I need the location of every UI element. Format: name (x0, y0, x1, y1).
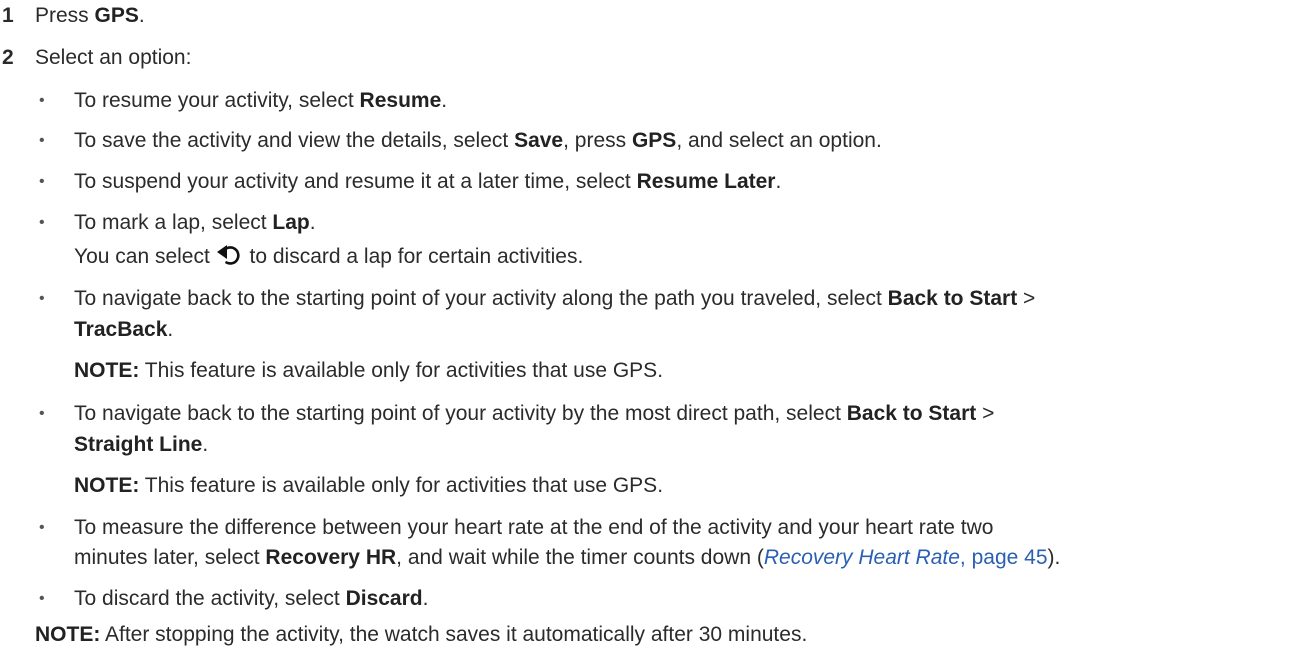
note-label: NOTE: (35, 623, 101, 646)
bullet-dot: • (39, 92, 45, 109)
tracback-continuation: TracBack. (74, 318, 174, 341)
bullet-dot: • (39, 590, 45, 607)
list-item-text: To resume your activity, select Resume. (74, 89, 448, 112)
bullet-dot: • (39, 519, 45, 536)
step-number: 2 (2, 46, 14, 69)
list-item-text: To suspend your activity and resume it a… (74, 170, 782, 193)
note-label: NOTE: (74, 474, 140, 497)
undo-icon (216, 245, 240, 265)
recovery-heart-rate-link[interactable]: Recovery Heart Rate, page 45 (764, 546, 1048, 569)
tracback-note: NOTE: This feature is available only for… (74, 359, 664, 382)
straight-line-continuation: Straight Line. (74, 433, 209, 456)
bullet-dot: • (39, 290, 45, 307)
list-item-text: To mark a lap, select Lap. (74, 211, 316, 234)
step-number: 1 (2, 4, 14, 27)
list-item-text: To discard the activity, select Discard. (74, 587, 429, 610)
bullet-dot: • (39, 132, 45, 149)
lap-continuation: You can select to discard a lap for cert… (74, 245, 584, 268)
bullet-dot: • (39, 173, 45, 190)
step-text: Press GPS. (35, 4, 145, 27)
bullet-dot: • (39, 214, 45, 231)
straight-line-note: NOTE: This feature is available only for… (74, 474, 664, 497)
list-item-text: To navigate back to the starting point o… (74, 402, 995, 425)
list-item-text: To measure the difference between your h… (74, 516, 994, 539)
list-item-text: To save the activity and view the detail… (74, 129, 882, 152)
list-item-text: To navigate back to the starting point o… (74, 287, 1036, 310)
gps-button-label: GPS (94, 4, 139, 27)
bullet-dot: • (39, 405, 45, 422)
recovery-hr-continuation: minutes later, select Recovery HR, and w… (74, 546, 1061, 569)
note-label: NOTE: (74, 359, 140, 382)
instruction-page: 1 Press GPS. 2 Select an option: • To re… (0, 0, 1313, 650)
step-text: Select an option: (35, 46, 192, 69)
final-note: NOTE: After stopping the activity, the w… (35, 623, 808, 646)
